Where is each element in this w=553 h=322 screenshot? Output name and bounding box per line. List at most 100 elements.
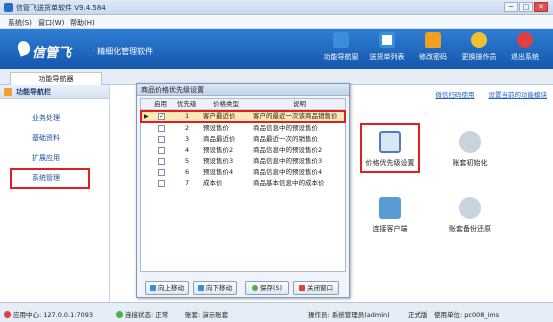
list-icon: [379, 32, 395, 48]
row-price-type: 预设售价: [203, 124, 229, 132]
wechat-scan-link[interactable]: 微信扫码使用: [435, 91, 474, 99]
tab-function-navigator[interactable]: 功能导航器: [10, 72, 102, 85]
grid-header: 启用 优先级 价格类型 说明: [141, 99, 345, 110]
save-label: 保存(S): [259, 284, 283, 292]
sidebar-title: 功能导航栏: [16, 88, 51, 96]
account-init-button[interactable]: 账套初始化: [440, 125, 500, 175]
dialog-title: 商品价格优先级设置: [137, 84, 349, 96]
minimize-button[interactable]: ─: [504, 2, 518, 12]
menu-help[interactable]: 帮助(H): [70, 18, 95, 28]
row-enabled-checkbox[interactable]: [158, 169, 165, 176]
lock-icon: [425, 32, 441, 48]
row-price-type: 预设售价3: [203, 157, 234, 165]
change-password-label: 修改密码: [419, 53, 447, 61]
check-icon: [251, 285, 258, 291]
table-row[interactable]: 6 预设售价4 商品信息中的预设售价4: [141, 167, 345, 178]
logo-icon: [15, 39, 33, 57]
table-row[interactable]: 3 商品最近价 商品最近一次的销售价: [141, 134, 345, 145]
row-enabled-checkbox[interactable]: ✓: [158, 113, 165, 120]
col-price-type: 价格类型: [213, 100, 239, 108]
col-description: 说明: [293, 100, 306, 108]
row-description: 商品最近一次的销售价: [253, 135, 318, 143]
menu-window[interactable]: 窗口(W): [38, 18, 64, 28]
sidebar-item-label: 基础资料: [32, 134, 60, 142]
backup-restore-label: 账套备份还原: [449, 225, 491, 233]
price-priority-setting-button[interactable]: 价格优先级设置: [360, 123, 420, 173]
maximize-button[interactable]: □: [519, 2, 533, 12]
sidebar-item-business[interactable]: 业务处理: [12, 109, 92, 127]
arrow-down-icon: [198, 285, 204, 291]
table-row[interactable]: ▶ ✓ 1 客户最近价 客户的最近一次该商品销售价: [140, 110, 346, 123]
connect-client-button[interactable]: 连接客户端: [360, 193, 420, 243]
close-window-button[interactable]: 关闭窗口: [293, 281, 339, 295]
col-enabled: 启用: [154, 100, 167, 108]
server-text: 应用中心: 127.0.0.1:7093: [13, 311, 93, 319]
exit-icon: [517, 32, 533, 48]
price-priority-dialog: 商品价格优先级设置 启用 优先级 价格类型 说明 ▶ ✓ 1 客户最近价 客户的…: [136, 83, 350, 298]
nav-window-label: 功能导航窗: [323, 53, 359, 61]
header-banner: 信管飞 · 精细化管理软件 功能导航窗 送货单列表 修改密码 更换操作员 退出系…: [0, 29, 553, 69]
row-priority: 3: [185, 135, 190, 143]
switch-operator-label: 更换操作员: [461, 53, 497, 61]
table-row[interactable]: 4 预设售价2 商品信息中的预设售价2: [141, 145, 345, 156]
row-description: 客户的最近一次该商品销售价: [253, 112, 338, 120]
set-current-module-link[interactable]: 设置当前的功能模块: [489, 91, 548, 99]
change-password-button[interactable]: 修改密码: [410, 32, 456, 68]
init-icon: [459, 131, 481, 153]
monitor-icon: [333, 32, 349, 48]
exit-system-button[interactable]: 退出系统: [502, 32, 548, 68]
save-button[interactable]: 保存(S): [245, 281, 289, 295]
exit-system-label: 退出系统: [511, 53, 539, 61]
row-enabled-checkbox[interactable]: [158, 136, 165, 143]
connect-client-label: 连接客户端: [372, 225, 408, 233]
status-server: 应用中心: 127.0.0.1:7093: [4, 309, 93, 319]
row-priority: 1: [185, 112, 190, 120]
switch-operator-button[interactable]: 更换操作员: [456, 32, 502, 68]
row-enabled-checkbox[interactable]: [158, 147, 165, 154]
close-icon: [299, 285, 305, 291]
server-status-icon: [4, 311, 11, 318]
delivery-list-button[interactable]: 送货单列表: [364, 32, 410, 68]
sidebar-item-label: 系统管理: [32, 174, 60, 182]
table-row[interactable]: 2 预设售价 商品信息中的预设售价: [141, 123, 345, 134]
menu-bar: 系统(S) 窗口(W) 帮助(H): [0, 16, 553, 29]
app-icon: [4, 3, 13, 12]
move-down-button[interactable]: 向下移动: [193, 281, 237, 295]
nav-window-button[interactable]: 功能导航窗: [318, 32, 364, 68]
row-price-type: 预设售价2: [203, 146, 234, 154]
status-version: 正式版: [408, 311, 428, 319]
delivery-list-label: 送货单列表: [369, 53, 405, 61]
row-pointer-icon: ▶: [144, 113, 149, 120]
row-enabled-checkbox[interactable]: [158, 158, 165, 165]
title-bar: 信管飞送货单软件 V9.4.584 ─ □ ✕: [0, 0, 553, 15]
sidebar-item-label: 扩展应用: [32, 154, 60, 162]
close-button[interactable]: ✕: [534, 2, 548, 12]
users-icon: [471, 32, 487, 48]
close-window-label: 关闭窗口: [307, 284, 333, 292]
sidebar-item-system-admin[interactable]: 系统管理: [10, 168, 90, 189]
move-up-label: 向上移动: [158, 284, 184, 292]
priority-grid: 启用 优先级 价格类型 说明 ▶ ✓ 1 客户最近价 客户的最近一次该商品销售价…: [140, 98, 346, 272]
sidebar-item-basic-data[interactable]: 基础资料: [12, 129, 92, 147]
col-priority: 优先级: [177, 100, 197, 108]
row-enabled-checkbox[interactable]: [158, 180, 165, 187]
connection-ok-icon: [116, 311, 123, 318]
row-enabled-checkbox[interactable]: [158, 125, 165, 132]
row-priority: 7: [185, 179, 190, 187]
sidebar-item-extensions[interactable]: 扩展应用: [12, 149, 92, 167]
row-price-type: 商品最近价: [203, 135, 236, 143]
table-row[interactable]: 5 预设售价3 商品信息中的预设售价3: [141, 156, 345, 167]
move-up-button[interactable]: 向上移动: [145, 281, 189, 295]
sidebar: 功能导航栏 业务处理 基础资料 扩展应用 系统管理: [0, 85, 110, 302]
table-row[interactable]: 7 成本价 商品基本信息中的成本价: [141, 178, 345, 189]
backup-restore-button[interactable]: 账套备份还原: [440, 193, 500, 243]
status-bar: 应用中心: 127.0.0.1:7093 连接状态: 正常 账套: 演示账套 操…: [0, 302, 553, 322]
row-priority: 5: [185, 157, 190, 165]
client-icon: [379, 197, 401, 219]
price-priority-label: 价格优先级设置: [365, 159, 415, 167]
top-links: 微信扫码使用 设置当前的功能模块: [423, 89, 547, 99]
row-priority: 6: [185, 168, 190, 176]
menu-system[interactable]: 系统(S): [8, 18, 32, 28]
row-price-type: 客户最近价: [203, 112, 236, 120]
row-priority: 2: [185, 124, 190, 132]
